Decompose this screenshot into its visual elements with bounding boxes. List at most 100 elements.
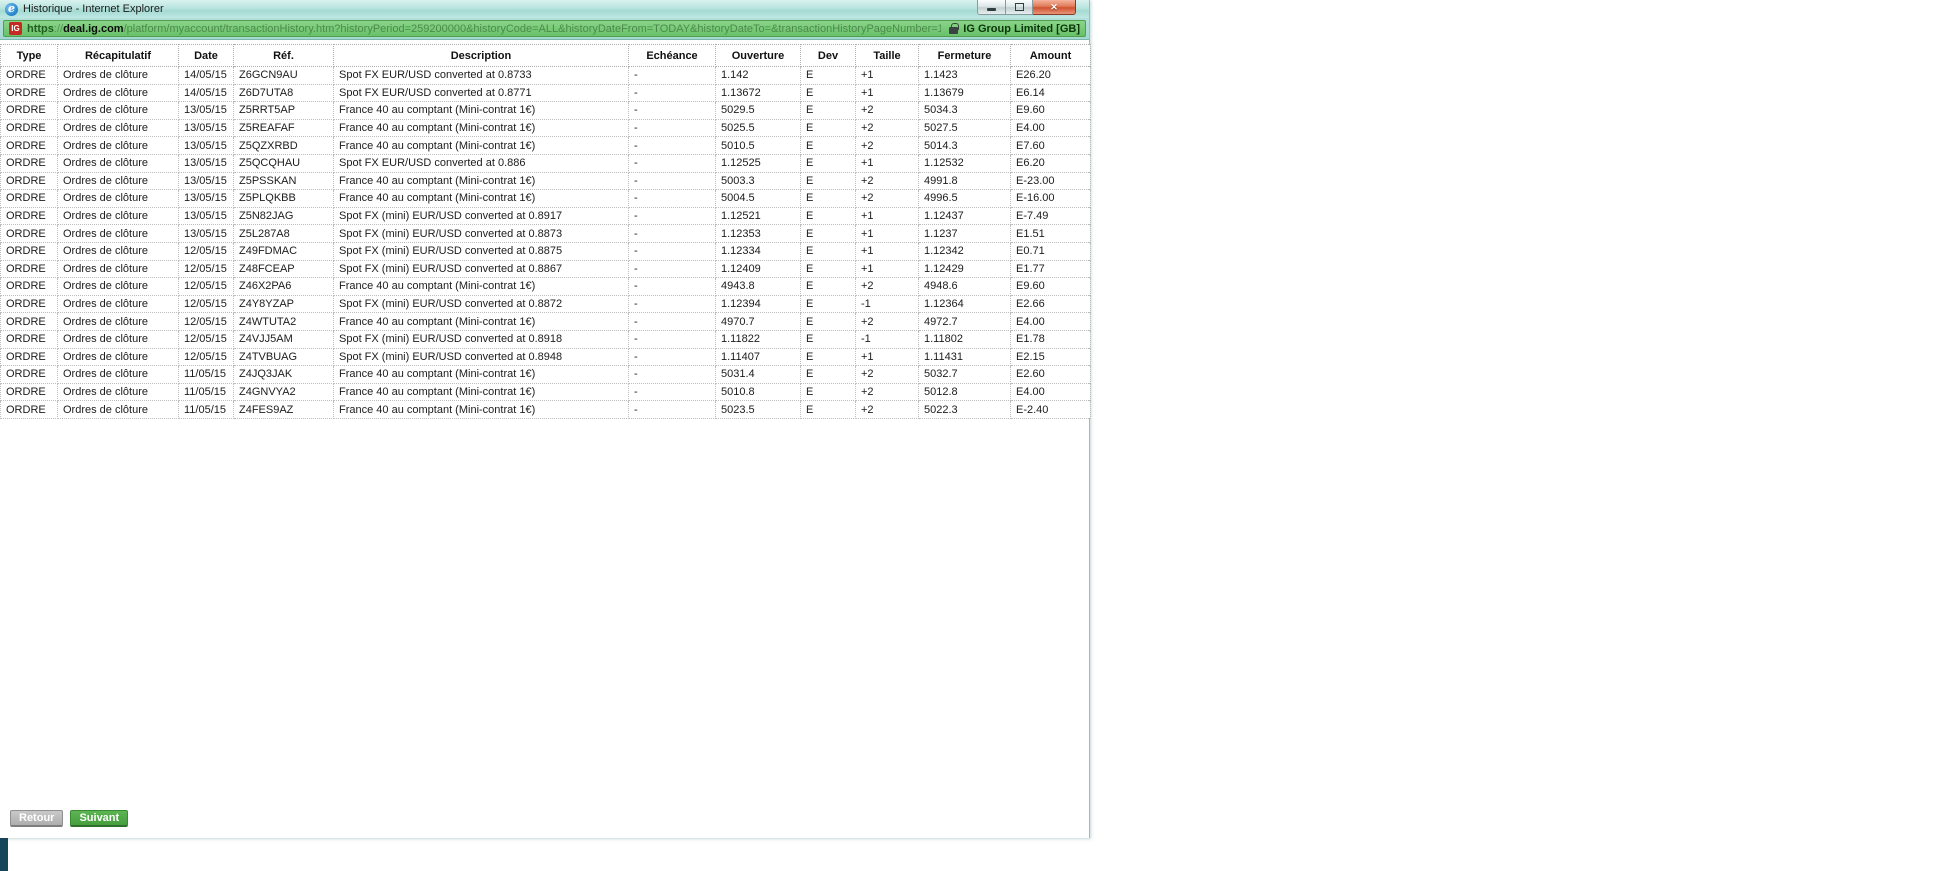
table-cell: 1.12364: [918, 294, 1011, 314]
table-cell: Z5PLQKBB: [233, 189, 334, 208]
table-cell: Ordres de clôture: [57, 66, 179, 85]
table-cell: Z4FES9AZ: [233, 400, 334, 419]
table-cell: Ordres de clôture: [57, 277, 179, 296]
table-cell: -: [628, 329, 716, 349]
close-button[interactable]: ✕: [1033, 0, 1076, 15]
table-cell: 13/05/15: [178, 206, 234, 226]
table-cell: -: [628, 294, 716, 314]
table-cell: 1.12437: [918, 206, 1011, 226]
table-cell: France 40 au comptant (Mini-contrat 1€): [333, 171, 629, 191]
table-cell: Z5N82JAG: [233, 206, 334, 226]
table-cell: Ordres de clôture: [57, 259, 179, 279]
table-cell: E: [800, 66, 856, 85]
table-cell: E: [800, 277, 856, 296]
table-cell: Z4VJJ5AM: [233, 329, 334, 349]
table-row: ORDRE Ordres de clôture 12/05/15 Z49FDMAC Sp…: [0, 241, 1091, 261]
table-cell: E: [800, 312, 856, 331]
title-bar[interactable]: e Historique - Internet Explorer ✕: [0, 0, 1089, 18]
table-cell: +1: [855, 224, 919, 243]
column-header: Fermeture: [918, 44, 1011, 67]
column-header: Date: [178, 44, 234, 67]
table-cell: 5012.8: [918, 382, 1011, 402]
table-cell: E2.60: [1010, 365, 1091, 384]
table-cell: -: [628, 347, 716, 367]
table-row: ORDRE Ordres de clôture 13/05/15 Z5QZXRBD Fr…: [0, 136, 1091, 155]
table-cell: Spot FX (mini) EUR/USD converted at 0.89…: [333, 347, 629, 367]
column-header: Dev: [800, 44, 856, 67]
table-cell: Z4GNVYA2: [233, 382, 334, 402]
table-row: ORDRE Ordres de clôture 14/05/15 Z6GCN9AU Sp…: [0, 66, 1091, 85]
table-cell: -: [628, 382, 716, 402]
table-cell: E: [800, 224, 856, 243]
table-cell: -: [628, 312, 716, 331]
table-cell: Z5PSSKAN: [233, 171, 334, 191]
table-cell: 4948.6: [918, 277, 1011, 296]
table-row: ORDRE Ordres de clôture 12/05/15 Z48FCEAP Sp…: [0, 259, 1091, 279]
table-cell: -: [628, 277, 716, 296]
table-row: ORDRE Ordres de clôture 13/05/15 Z5N82JAG Sp…: [0, 206, 1091, 226]
url-separator: ://: [53, 22, 64, 35]
table-cell: ORDRE: [0, 101, 58, 120]
table-cell: +2: [855, 101, 919, 120]
table-cell: Ordres de clôture: [57, 171, 179, 191]
back-button[interactable]: Retour: [10, 810, 64, 827]
table-cell: E9.60: [1010, 101, 1091, 120]
table-cell: -: [628, 365, 716, 384]
minimize-button[interactable]: [977, 0, 1006, 15]
table-cell: +2: [855, 400, 919, 419]
table-cell: ORDRE: [0, 277, 58, 296]
table-cell: France 40 au comptant (Mini-contrat 1€): [333, 365, 629, 384]
table-cell: Spot FX (mini) EUR/USD converted at 0.89…: [333, 206, 629, 226]
table-cell: +1: [855, 206, 919, 226]
table-cell: Z48FCEAP: [233, 259, 334, 279]
window-controls: ✕: [977, 0, 1076, 15]
table-cell: E: [800, 171, 856, 191]
table-cell: Ordres de clôture: [57, 400, 179, 419]
next-button[interactable]: Suivant: [70, 810, 129, 827]
table-cell: Ordres de clôture: [57, 153, 179, 173]
table-cell: France 40 au comptant (Mini-contrat 1€): [333, 277, 629, 296]
table-cell: +1: [855, 66, 919, 85]
table-cell: 1.12409: [715, 259, 801, 279]
table-cell: +2: [855, 312, 919, 331]
maximize-button[interactable]: [1006, 0, 1033, 15]
table-cell: E0.71: [1010, 241, 1091, 261]
table-cell: 1.13672: [715, 83, 801, 103]
table-cell: -: [628, 83, 716, 103]
table-cell: Spot FX (mini) EUR/USD converted at 0.88…: [333, 259, 629, 279]
table-cell: -: [628, 189, 716, 208]
table-cell: E1.51: [1010, 224, 1091, 243]
url-scheme: https: [27, 22, 54, 35]
table-cell: 14/05/15: [178, 83, 234, 103]
table-cell: -: [628, 101, 716, 120]
table-cell: +1: [855, 259, 919, 279]
table-row: ORDRE Ordres de clôture 13/05/15 Z5RRT5AP Fr…: [0, 101, 1091, 120]
table-row: ORDRE Ordres de clôture 13/05/15 Z5PLQKBB Fr…: [0, 189, 1091, 208]
table-cell: Ordres de clôture: [57, 101, 179, 120]
table-cell: 12/05/15: [178, 294, 234, 314]
table-cell: 13/05/15: [178, 224, 234, 243]
table-cell: ORDRE: [0, 347, 58, 367]
table-cell: 4943.8: [715, 277, 801, 296]
url-input[interactable]: IG https://deal.ig.com/platform/myaccoun…: [3, 20, 1086, 37]
column-header: Echéance: [628, 44, 716, 67]
table-cell: -: [628, 400, 716, 419]
table-row: ORDRE Ordres de clôture 11/05/15 Z4GNVYA2 Fr…: [0, 382, 1091, 402]
table-cell: ORDRE: [0, 66, 58, 85]
table-cell: E: [800, 189, 856, 208]
table-cell: E-2.40: [1010, 400, 1091, 419]
table-row: ORDRE Ordres de clôture 11/05/15 Z4JQ3JAK Fr…: [0, 365, 1091, 384]
table-cell: 5032.7: [918, 365, 1011, 384]
maximize-icon: [1014, 3, 1024, 11]
table-cell: E: [800, 153, 856, 173]
table-cell: 1.12353: [715, 224, 801, 243]
ev-certificate-badge[interactable]: IG Group Limited [GB]: [949, 22, 1080, 35]
table-cell: Z6D7UTA8: [233, 83, 334, 103]
table-cell: E: [800, 382, 856, 402]
table-cell: Ordres de clôture: [57, 136, 179, 155]
table-cell: -: [628, 153, 716, 173]
table-row: ORDRE Ordres de clôture 13/05/15 Z5REAFAF Fr…: [0, 118, 1091, 138]
table-cell: 4996.5: [918, 189, 1011, 208]
table-cell: E: [800, 83, 856, 103]
table-cell: E: [800, 259, 856, 279]
